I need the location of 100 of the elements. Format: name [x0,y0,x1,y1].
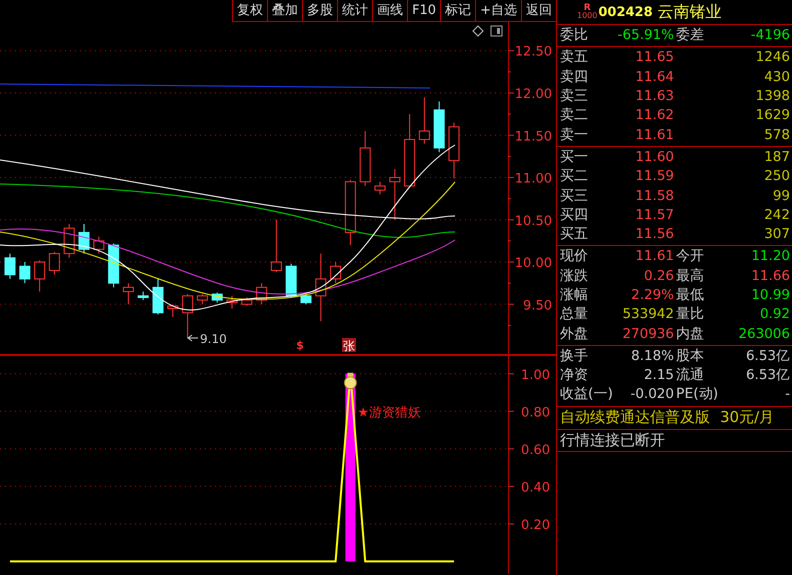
toolbar-button[interactable]: 多股 [302,0,338,22]
toolbar-button[interactable]: 复权 [232,0,268,22]
panel-toggle-icon[interactable] [490,26,502,36]
order-level-label: 卖一 [560,126,589,145]
field-label: 流通 [676,366,705,386]
price-axis-label: 11.00 [514,172,552,187]
candlestick [93,236,104,254]
indicator-axis-label: 0.80 [521,405,550,420]
toolbar-button[interactable]: 统计 [337,0,372,22]
candlestick [270,219,282,273]
field-value: - [784,385,791,404]
toolbar-button[interactable]: 叠加 [267,0,302,22]
order-level-label: 卖三 [560,87,589,106]
candlestick [389,168,400,220]
field-label: PE(动) [676,385,720,404]
field-label: 涨幅 [560,286,589,305]
order-price: 11.56 [634,225,675,244]
candlestick [64,224,75,258]
order-level-label: 卖四 [560,68,589,87]
order-price: 11.60 [634,148,675,167]
field-value: 0.26 [642,266,675,286]
field-label: 总量 [560,305,589,324]
promo-price: 30元/月 [720,408,774,428]
stock-name: 云南锗业 [658,2,722,22]
field-label: 最低 [676,286,705,305]
limit-up-badge: 张 [342,338,356,353]
field-value: 0.92 [758,305,791,324]
order-price: 11.58 [634,186,675,206]
badge-letter: R [584,4,591,12]
toolbar-button[interactable]: 画线 [372,0,408,22]
candlestick [448,122,460,179]
price-axis-label: 11.50 [514,129,552,144]
field-label: 收益(一) [560,385,614,404]
field-label: 净资 [560,366,589,386]
candlestick [152,278,164,315]
promo-text: 自动续费通达信普及版 [560,408,710,428]
order-price: 11.63 [634,87,675,106]
field-label: 内盘 [676,324,705,344]
field-label: 换手 [560,346,589,366]
candlestick [34,260,46,292]
toolbar-button[interactable]: +自选 [475,0,521,22]
money-bag-icon [344,372,357,390]
order-volume: 250 [763,167,791,186]
candlestick [19,262,30,284]
indicator-axis-label: 0.20 [521,518,550,533]
toolbar-button[interactable]: 标记 [440,0,476,22]
order-level-label: 买三 [560,186,589,206]
order-volume: 99 [772,186,791,206]
order-level-label: 卖五 [560,48,589,68]
field-value: -0.020 [629,385,675,404]
candlestick [315,253,326,322]
field-label: 委差 [676,26,705,46]
field-value: 6.53亿 [744,366,791,386]
field-label: 涨跌 [560,266,589,286]
order-price: 11.61 [634,126,675,145]
candlestick [122,282,134,305]
field-label: 今开 [676,247,705,266]
candlestick [48,251,60,276]
order-level-label: 买四 [560,206,589,225]
diamond-icon[interactable] [472,25,484,37]
price-axis-label: 12.00 [514,87,552,102]
low-price-arrow [187,334,198,342]
field-label: 量比 [676,305,705,324]
toolbar-button[interactable]: F10 [407,0,440,22]
candlestick [138,291,149,301]
order-level-label: 买五 [560,225,589,244]
price-axis-label: 10.00 [514,256,552,272]
candlestick [286,263,297,298]
field-value: 2.15 [642,366,675,386]
field-value: 263006 [737,324,791,344]
field-value: 11.66 [750,266,791,286]
order-level-label: 卖二 [560,106,589,126]
badge-number: 1000 [577,12,598,20]
order-price: 11.59 [634,167,675,186]
indicator-signal-label: ★游资猎妖 [357,405,422,420]
stock-code: 002428 [598,4,653,20]
order-price: 11.65 [634,48,675,68]
price-axis-label: 10.50 [514,214,552,229]
order-price: 11.62 [634,106,675,126]
field-label: 最高 [676,266,705,286]
low-price-label: 9.10 [200,332,227,346]
field-value: -65.91% [616,26,675,46]
toolbar-button[interactable]: 返回 [521,0,556,22]
order-level-label: 买一 [560,148,589,167]
candlestick [434,100,445,153]
candlestick [344,180,356,246]
candlestick [374,181,386,195]
field-value: 6.53亿 [744,346,791,366]
candlestick [78,224,90,254]
candlestick [241,297,252,306]
order-price: 11.57 [634,206,675,225]
field-value: 533942 [621,305,675,324]
field-value: 10.99 [750,286,791,305]
field-value: -4196 [750,26,791,46]
indicator-axis-label: 0.40 [521,480,550,496]
field-value: 11.61 [634,247,675,266]
field-value: 8.18% [630,346,675,366]
field-value: 11.20 [750,247,791,266]
candlestick [167,304,178,318]
order-volume: 242 [763,206,791,225]
